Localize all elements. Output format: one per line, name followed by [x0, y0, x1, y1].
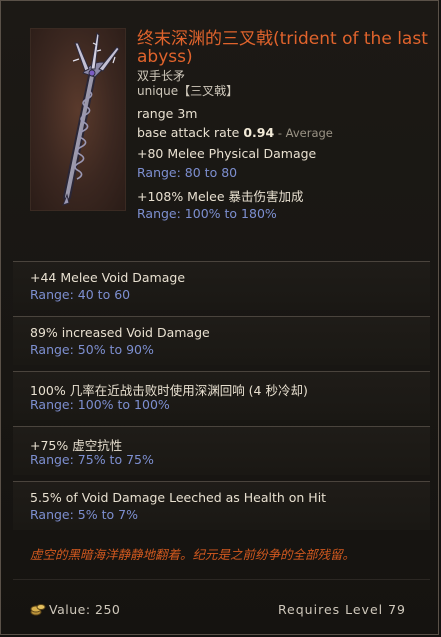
required-level: Requires Level 79 [277, 602, 406, 617]
affix-range: Range: 50% to 90% [30, 342, 154, 357]
range-stat: range 3m [137, 106, 198, 121]
footer-divider [13, 579, 430, 580]
affix-row: +44 Melee Void Damage Range: 40 to 60 [13, 261, 430, 310]
affix-range: Range: 40 to 60 [30, 287, 131, 302]
implicit-physical-damage: +80 Melee Physical Damage [137, 146, 317, 161]
affix-row: 100% 几率在近战击败时使用深渊回响 (4 秒冷却) Range: 100% … [13, 371, 430, 420]
affix-name: 5.5% of Void Damage Leeched as Health on… [30, 490, 327, 505]
affix-range: Range: 100% to 100% [30, 397, 170, 412]
attack-rate-value: 0.94 [243, 125, 275, 140]
lore-text: 虚空的黑暗海洋静静地翻着。纪元是之前纷争的全部残留。 [30, 547, 356, 562]
affix-range: Range: 5% to 7% [30, 507, 138, 522]
attack-rate-stat: base attack rate 0.94 - Average [137, 125, 333, 140]
coin-icon [30, 604, 46, 616]
affix-row: +75% 虚空抗性 Range: 75% to 75% [13, 426, 430, 475]
affix-name: +44 Melee Void Damage [30, 270, 186, 285]
item-rarity: unique【三叉戟】 [137, 84, 239, 98]
affix-row: 89% increased Void Damage Range: 50% to … [13, 316, 430, 365]
item-image-frame [30, 28, 126, 211]
attack-rate-label: base attack rate [137, 125, 244, 140]
tooltip-header: 终末深渊的三叉戟(trident of the last abyss) 双手长矛… [1, 1, 438, 256]
implicit-crit-multiplier: +108% Melee 暴击伤害加成 [137, 189, 304, 204]
item-name: 终末深渊的三叉戟(trident of the last abyss) [137, 29, 428, 67]
affix-row: 5.5% of Void Damage Leeched as Health on… [13, 481, 430, 530]
implicit-physical-damage-range: Range: 80 to 80 [137, 165, 238, 180]
item-value: Value: 250 [49, 602, 121, 617]
item-tooltip: 终末深渊的三叉戟(trident of the last abyss) 双手长矛… [0, 0, 439, 635]
implicit-crit-multiplier-range: Range: 100% to 180% [137, 206, 277, 221]
trident-icon [62, 31, 120, 206]
attack-rate-suffix: - Average [274, 126, 333, 140]
affix-name: 89% increased Void Damage [30, 325, 210, 340]
affix-range: Range: 75% to 75% [30, 452, 154, 467]
